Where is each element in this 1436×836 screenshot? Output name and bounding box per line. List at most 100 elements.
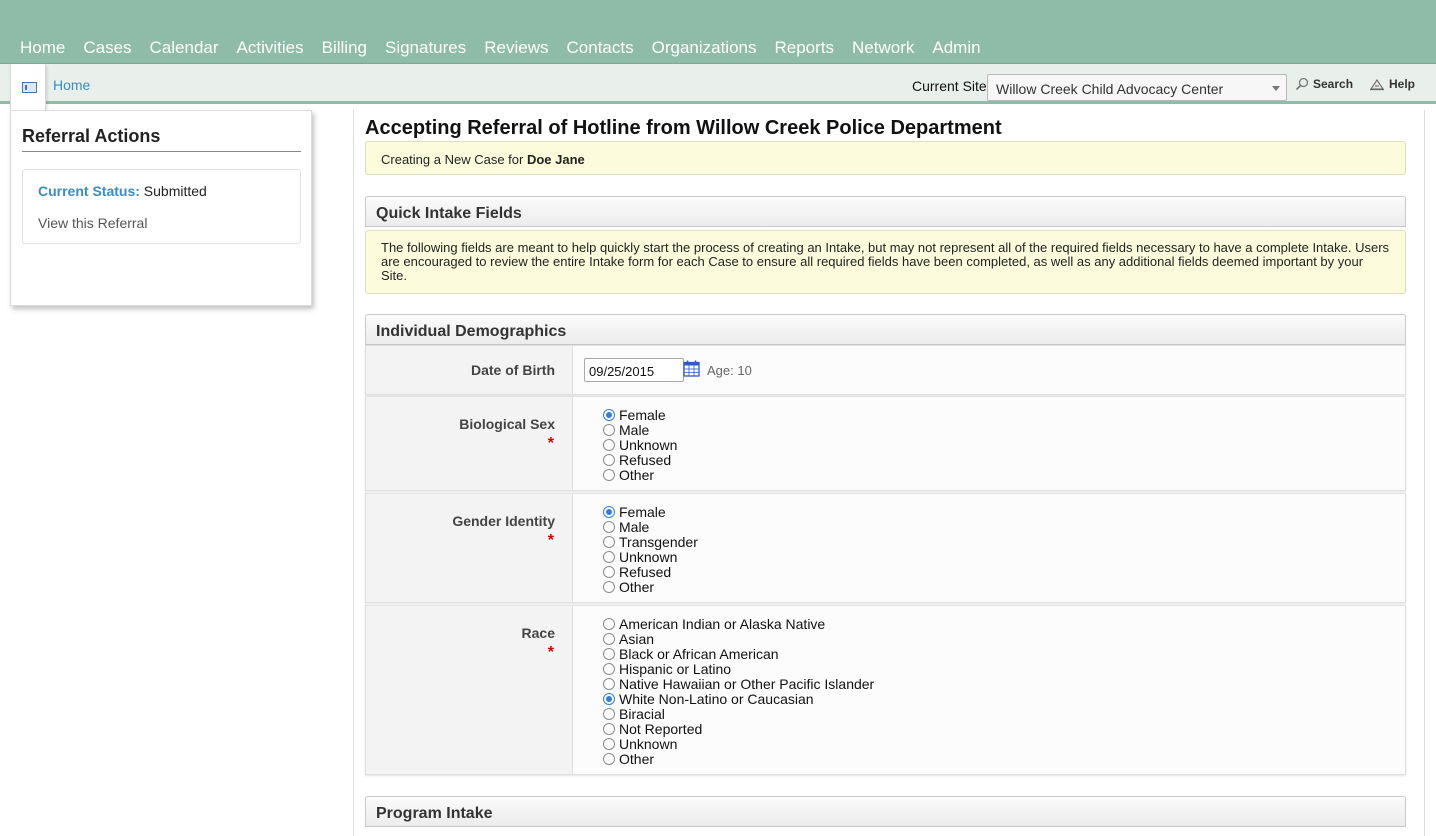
radio-option[interactable]: Other [603, 751, 874, 767]
help-label: Help [1389, 77, 1416, 91]
current-site-select[interactable]: Willow Creek Child Advocacy Center [987, 74, 1287, 101]
radio-label: Other [619, 578, 655, 595]
radio-label: Transgender [619, 533, 698, 550]
dob-label: Date of Birth [471, 362, 555, 378]
radio-button[interactable] [603, 737, 615, 750]
current-site-label: Current Site [912, 78, 987, 94]
radio-button[interactable] [603, 662, 615, 675]
nav-item-home[interactable]: Home [20, 38, 65, 58]
radio-option[interactable]: Male [603, 518, 698, 535]
nav-item-contacts[interactable]: Contacts [567, 38, 634, 58]
radio-option[interactable]: Biracial [603, 705, 874, 722]
radio-button[interactable] [603, 707, 615, 720]
status-value: Submitted [143, 183, 207, 199]
sidebar-toggle-button[interactable] [10, 64, 46, 112]
radio-button[interactable] [603, 565, 615, 578]
nav-item-activities[interactable]: Activities [237, 38, 304, 58]
panel-title: Referral Actions [22, 126, 161, 146]
radio-option[interactable]: Female [603, 504, 698, 520]
radio-label: Native Hawaiian or Other Pacific Islande… [619, 675, 875, 692]
referral-actions-panel: Referral Actions Current Status: Submitt… [10, 110, 312, 306]
radio-button[interactable] [603, 617, 615, 630]
radio-button[interactable] [603, 423, 615, 436]
gender-label: Gender Identity [452, 513, 555, 529]
radio-option[interactable]: Unknown [603, 436, 678, 453]
radio-button[interactable] [603, 453, 615, 466]
radio-label: Biracial [619, 705, 665, 722]
radio-button[interactable] [603, 692, 615, 705]
radio-label: Other [619, 466, 655, 483]
radio-label: Unknown [619, 436, 678, 453]
search-button[interactable]: Search [1295, 77, 1353, 91]
radio-option[interactable]: Not Reported [603, 721, 874, 737]
nav-item-network[interactable]: Network [852, 38, 914, 58]
nav-item-admin[interactable]: Admin [932, 38, 980, 58]
radio-button[interactable] [603, 677, 615, 690]
status-box: Current Status: Submitted View this Refe… [22, 169, 301, 244]
radio-button[interactable] [603, 580, 615, 593]
radio-option[interactable]: Unknown [603, 549, 698, 565]
dob-input[interactable]: 09/25/2015 [584, 358, 684, 382]
nav-item-calendar[interactable]: Calendar [150, 38, 219, 58]
radio-option[interactable]: Native Hawaiian or Other Pacific Islande… [603, 675, 875, 692]
radio-option[interactable]: Refused [603, 563, 698, 580]
nav-item-organizations[interactable]: Organizations [652, 38, 757, 58]
bio-sex-field-cell: Female Male Unknown Refused Other [573, 397, 1405, 490]
radio-button[interactable] [603, 438, 615, 451]
radio-label: Refused [619, 451, 672, 468]
radio-option[interactable]: Other [603, 578, 698, 595]
radio-label: Refused [619, 563, 672, 580]
bio-sex-label: Biological Sex [459, 416, 555, 432]
radio-label: American Indian or Alaska Native [619, 615, 826, 632]
required-marker: * [547, 435, 554, 452]
main-content: Accepting Referral of Hotline from Willo… [353, 110, 1425, 836]
radio-option[interactable]: American Indian or Alaska Native [603, 615, 874, 632]
radio-button[interactable] [603, 722, 615, 735]
radio-option[interactable]: Male [603, 421, 677, 438]
radio-button[interactable] [603, 520, 615, 533]
required-marker: * [547, 644, 554, 661]
radio-label: Male [619, 421, 650, 438]
radio-option[interactable]: Female [603, 406, 677, 423]
top-nav-bar: Home Cases Calendar Activities Billing Signat… [0, 0, 1436, 64]
radio-option[interactable]: Refused [603, 451, 677, 468]
nav-item-reviews[interactable]: Reviews [484, 38, 548, 58]
nav-item-cases[interactable]: Cases [83, 38, 131, 58]
dob-field-cell: 09/25/2015 Age: 10 [573, 346, 1405, 394]
current-status: Current Status: Submitted [38, 183, 207, 199]
radio-button[interactable] [603, 647, 615, 660]
radio-button[interactable] [603, 752, 615, 765]
radio-button[interactable] [603, 408, 615, 421]
required-marker: * [547, 532, 554, 549]
nav-item-reports[interactable]: Reports [775, 38, 835, 58]
radio-option[interactable]: Asian [603, 630, 874, 647]
radio-option[interactable]: Hispanic or Latino [603, 661, 874, 677]
nav-item-signatures[interactable]: Signatures [385, 38, 466, 58]
view-referral-link[interactable]: View this Referral [38, 215, 147, 231]
radio-button[interactable] [603, 505, 615, 518]
radio-button[interactable] [603, 535, 615, 548]
nav-item-billing[interactable]: Billing [322, 38, 367, 58]
radio-option[interactable]: Other [603, 466, 677, 483]
radio-label: Male [619, 518, 650, 535]
creating-prefix: Creating a New Case for [381, 152, 524, 167]
age-display: Age: 10 [707, 363, 752, 378]
radio-label: Asian [619, 630, 655, 647]
radio-option[interactable]: Transgender [603, 533, 698, 550]
status-key: Current Status: [38, 183, 140, 199]
radio-option[interactable]: White Non-Latino or Caucasian [603, 691, 874, 707]
breadcrumb-home[interactable]: Home [53, 77, 90, 93]
radio-button[interactable] [603, 468, 615, 481]
radio-option[interactable]: Black or African American [603, 646, 874, 662]
radio-label: Female [619, 406, 666, 423]
calendar-icon[interactable] [683, 360, 700, 377]
help-button[interactable]: Help [1369, 77, 1415, 91]
radio-label: Unknown [619, 735, 678, 752]
radio-button[interactable] [603, 550, 615, 563]
gender-field-cell: Female Male Transgender Unknown Refused Other [573, 494, 1405, 602]
program-intake-header: Program Intake [365, 796, 1406, 827]
radio-button[interactable] [603, 632, 615, 645]
help-bell-icon [1369, 78, 1385, 90]
race-row: Race * American Indian or Alaska Native A… [365, 605, 1406, 775]
radio-option[interactable]: Unknown [603, 735, 874, 752]
